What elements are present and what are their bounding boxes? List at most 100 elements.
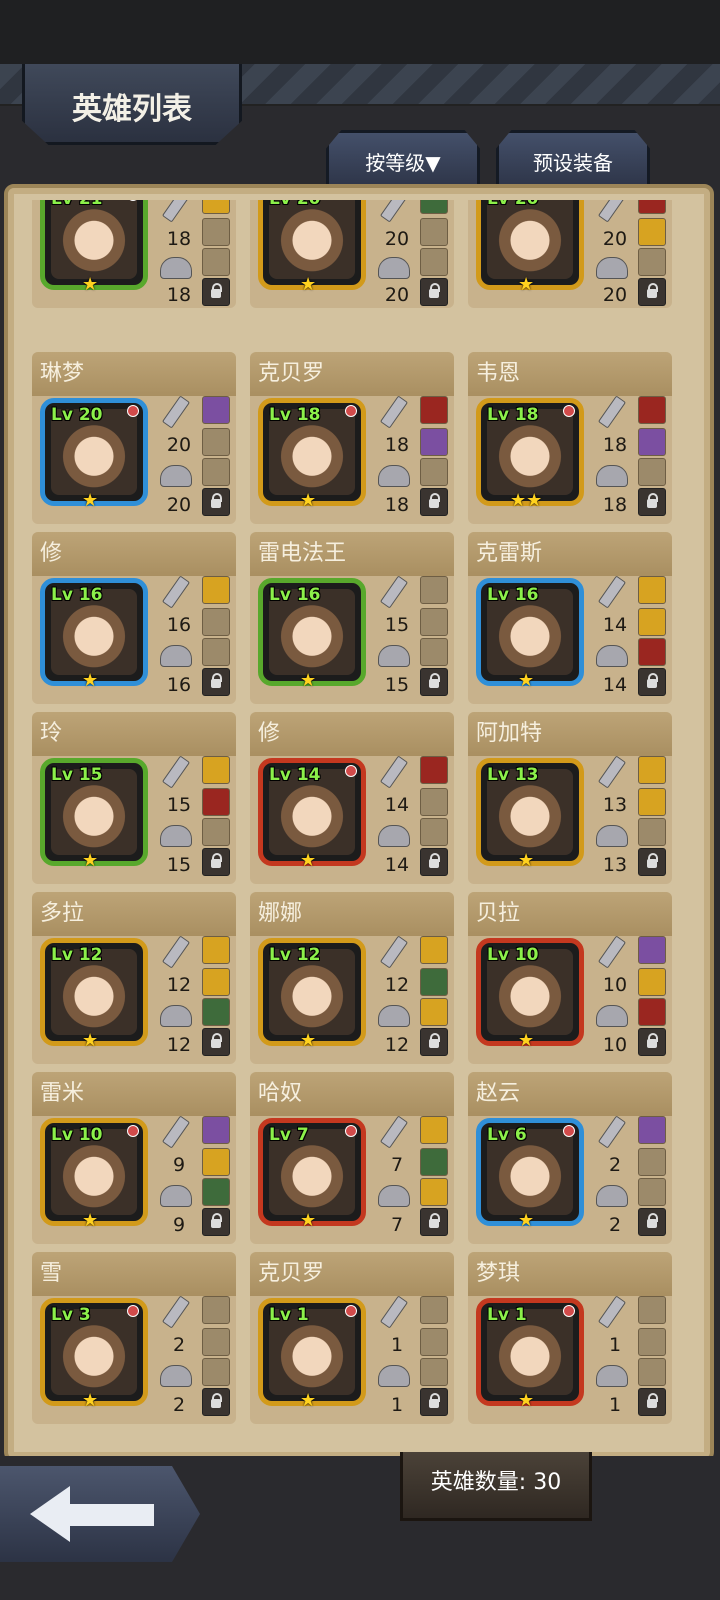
equipment-slot[interactable] <box>420 1328 448 1356</box>
back-button[interactable] <box>0 1466 200 1562</box>
equipment-slot[interactable] <box>202 936 230 964</box>
hero-card[interactable]: 梦琪 Lv 1 ★ 1 1 <box>468 1252 672 1424</box>
hero-card[interactable]: 玲 Lv 15 ★ 15 15 <box>32 712 236 884</box>
equipment-slot[interactable] <box>420 1116 448 1144</box>
sort-by-level-button[interactable]: 按等级▼ <box>326 130 480 192</box>
equipment-slot[interactable] <box>638 936 666 964</box>
equipment-slot[interactable] <box>420 756 448 784</box>
equipment-slot[interactable] <box>638 458 666 486</box>
hero-card[interactable]: Lv 21 ★ 18 18 <box>32 200 236 308</box>
equipment-slot[interactable] <box>638 1328 666 1356</box>
equipment-slot[interactable] <box>202 788 230 816</box>
equipment-slot[interactable] <box>202 1116 230 1144</box>
equipment-slot[interactable] <box>202 200 230 214</box>
star-rating: ★ <box>300 1030 317 1051</box>
hero-grid[interactable]: Lv 21 ★ 18 18 Lv 20 ★ 20 20 Lv 20 ★ 20 2… <box>4 200 706 1436</box>
equipment-slot[interactable] <box>638 428 666 456</box>
sword-icon <box>160 200 192 223</box>
equipment-slot[interactable] <box>638 608 666 636</box>
equipment-slot[interactable] <box>638 1296 666 1324</box>
equipment-slot[interactable] <box>202 1178 230 1206</box>
hero-card[interactable]: 雷电法王 Lv 16 ★ 15 15 <box>250 532 454 704</box>
equipment-slot[interactable] <box>202 218 230 246</box>
equipment-slot[interactable] <box>420 248 448 276</box>
hero-card[interactable]: 韦恩 Lv 18 ★★ 18 18 <box>468 352 672 524</box>
equipment-slot[interactable] <box>420 998 448 1026</box>
attack-value: 1 <box>390 1334 404 1356</box>
hero-card[interactable]: 克贝罗 Lv 18 ★ 18 18 <box>250 352 454 524</box>
equipment-slot[interactable] <box>638 998 666 1026</box>
equipment-slot[interactable] <box>420 1296 448 1324</box>
hero-card[interactable]: 修 Lv 16 ★ 16 16 <box>32 532 236 704</box>
equipment-slot[interactable] <box>420 638 448 666</box>
hero-card[interactable]: 赵云 Lv 6 ★ 2 2 <box>468 1072 672 1244</box>
hero-level: Lv 14 <box>269 765 321 785</box>
equipment-slot[interactable] <box>202 1296 230 1324</box>
equipment-slot[interactable] <box>202 576 230 604</box>
hero-card[interactable]: 哈奴 Lv 7 ★ 7 7 <box>250 1072 454 1244</box>
helmet-icon <box>160 252 192 284</box>
equipment-slot[interactable] <box>420 458 448 486</box>
lock-icon <box>420 848 448 876</box>
equipment-slot[interactable] <box>638 788 666 816</box>
hero-card[interactable]: 阿加特 Lv 13 ★ 13 13 <box>468 712 672 884</box>
equipment-slot[interactable] <box>202 998 230 1026</box>
equipment-slot[interactable] <box>420 218 448 246</box>
equipment-slot[interactable] <box>202 968 230 996</box>
attack-value: 18 <box>384 434 410 456</box>
equipment-slot[interactable] <box>202 396 230 424</box>
hero-card[interactable]: 克贝罗 Lv 1 ★ 1 1 <box>250 1252 454 1424</box>
equipment-slot[interactable] <box>202 638 230 666</box>
hero-card[interactable]: 多拉 Lv 12 ★ 12 12 <box>32 892 236 1064</box>
preset-equipment-button[interactable]: 预设装备 <box>496 130 650 192</box>
equipment-slot[interactable] <box>202 756 230 784</box>
equipment-slot[interactable] <box>638 818 666 846</box>
equipment-slot[interactable] <box>638 1148 666 1176</box>
equipment-slot[interactable] <box>638 756 666 784</box>
hero-card[interactable]: Lv 20 ★ 20 20 <box>468 200 672 308</box>
hero-card[interactable]: 修 Lv 14 ★ 14 14 <box>250 712 454 884</box>
sword-icon <box>596 935 628 969</box>
hero-card[interactable]: 琳梦 Lv 20 ★ 20 20 <box>32 352 236 524</box>
equipment-slot[interactable] <box>638 218 666 246</box>
equipment-slot[interactable] <box>638 1358 666 1386</box>
equipment-slot[interactable] <box>420 200 448 214</box>
equipment-slot[interactable] <box>202 458 230 486</box>
equipment-slot[interactable] <box>420 936 448 964</box>
equipment-slot[interactable] <box>638 576 666 604</box>
equipment-slot[interactable] <box>202 1328 230 1356</box>
hero-card[interactable]: 娜娜 Lv 12 ★ 12 12 <box>250 892 454 1064</box>
equipment-slot[interactable] <box>202 248 230 276</box>
defense-value: 10 <box>602 1034 628 1056</box>
equipment-slot[interactable] <box>638 968 666 996</box>
hero-card[interactable]: 贝拉 Lv 10 ★ 10 10 <box>468 892 672 1064</box>
equipment-slot[interactable] <box>638 1178 666 1206</box>
equipment-slot[interactable] <box>420 428 448 456</box>
equipment-slot[interactable] <box>202 1358 230 1386</box>
equipment-slot[interactable] <box>420 576 448 604</box>
equipment-slot[interactable] <box>420 1358 448 1386</box>
hero-card[interactable]: 克雷斯 Lv 16 ★ 14 14 <box>468 532 672 704</box>
equipment-slot[interactable] <box>420 1178 448 1206</box>
equipment-slot[interactable] <box>638 1116 666 1144</box>
equipment-slot[interactable] <box>202 428 230 456</box>
equipment-slot[interactable] <box>202 818 230 846</box>
equipment-slot[interactable] <box>638 396 666 424</box>
lock-icon <box>202 1028 230 1056</box>
equipment-slot[interactable] <box>420 818 448 846</box>
equipment-slot[interactable] <box>638 248 666 276</box>
equipment-slot[interactable] <box>420 968 448 996</box>
hero-card[interactable]: Lv 20 ★ 20 20 <box>250 200 454 308</box>
sword-icon <box>160 1295 192 1329</box>
equipment-slot[interactable] <box>202 1148 230 1176</box>
hero-card[interactable]: 雪 Lv 3 ★ 2 2 <box>32 1252 236 1424</box>
equipment-slot[interactable] <box>420 1148 448 1176</box>
hero-card[interactable]: 雷米 Lv 10 ★ 9 9 <box>32 1072 236 1244</box>
equipment-slot[interactable] <box>420 396 448 424</box>
equipment-slot[interactable] <box>202 608 230 636</box>
equipment-slot[interactable] <box>420 788 448 816</box>
equipment-slot[interactable] <box>638 638 666 666</box>
lock-icon <box>420 668 448 696</box>
equipment-slot[interactable] <box>420 608 448 636</box>
equipment-slot[interactable] <box>638 200 666 214</box>
